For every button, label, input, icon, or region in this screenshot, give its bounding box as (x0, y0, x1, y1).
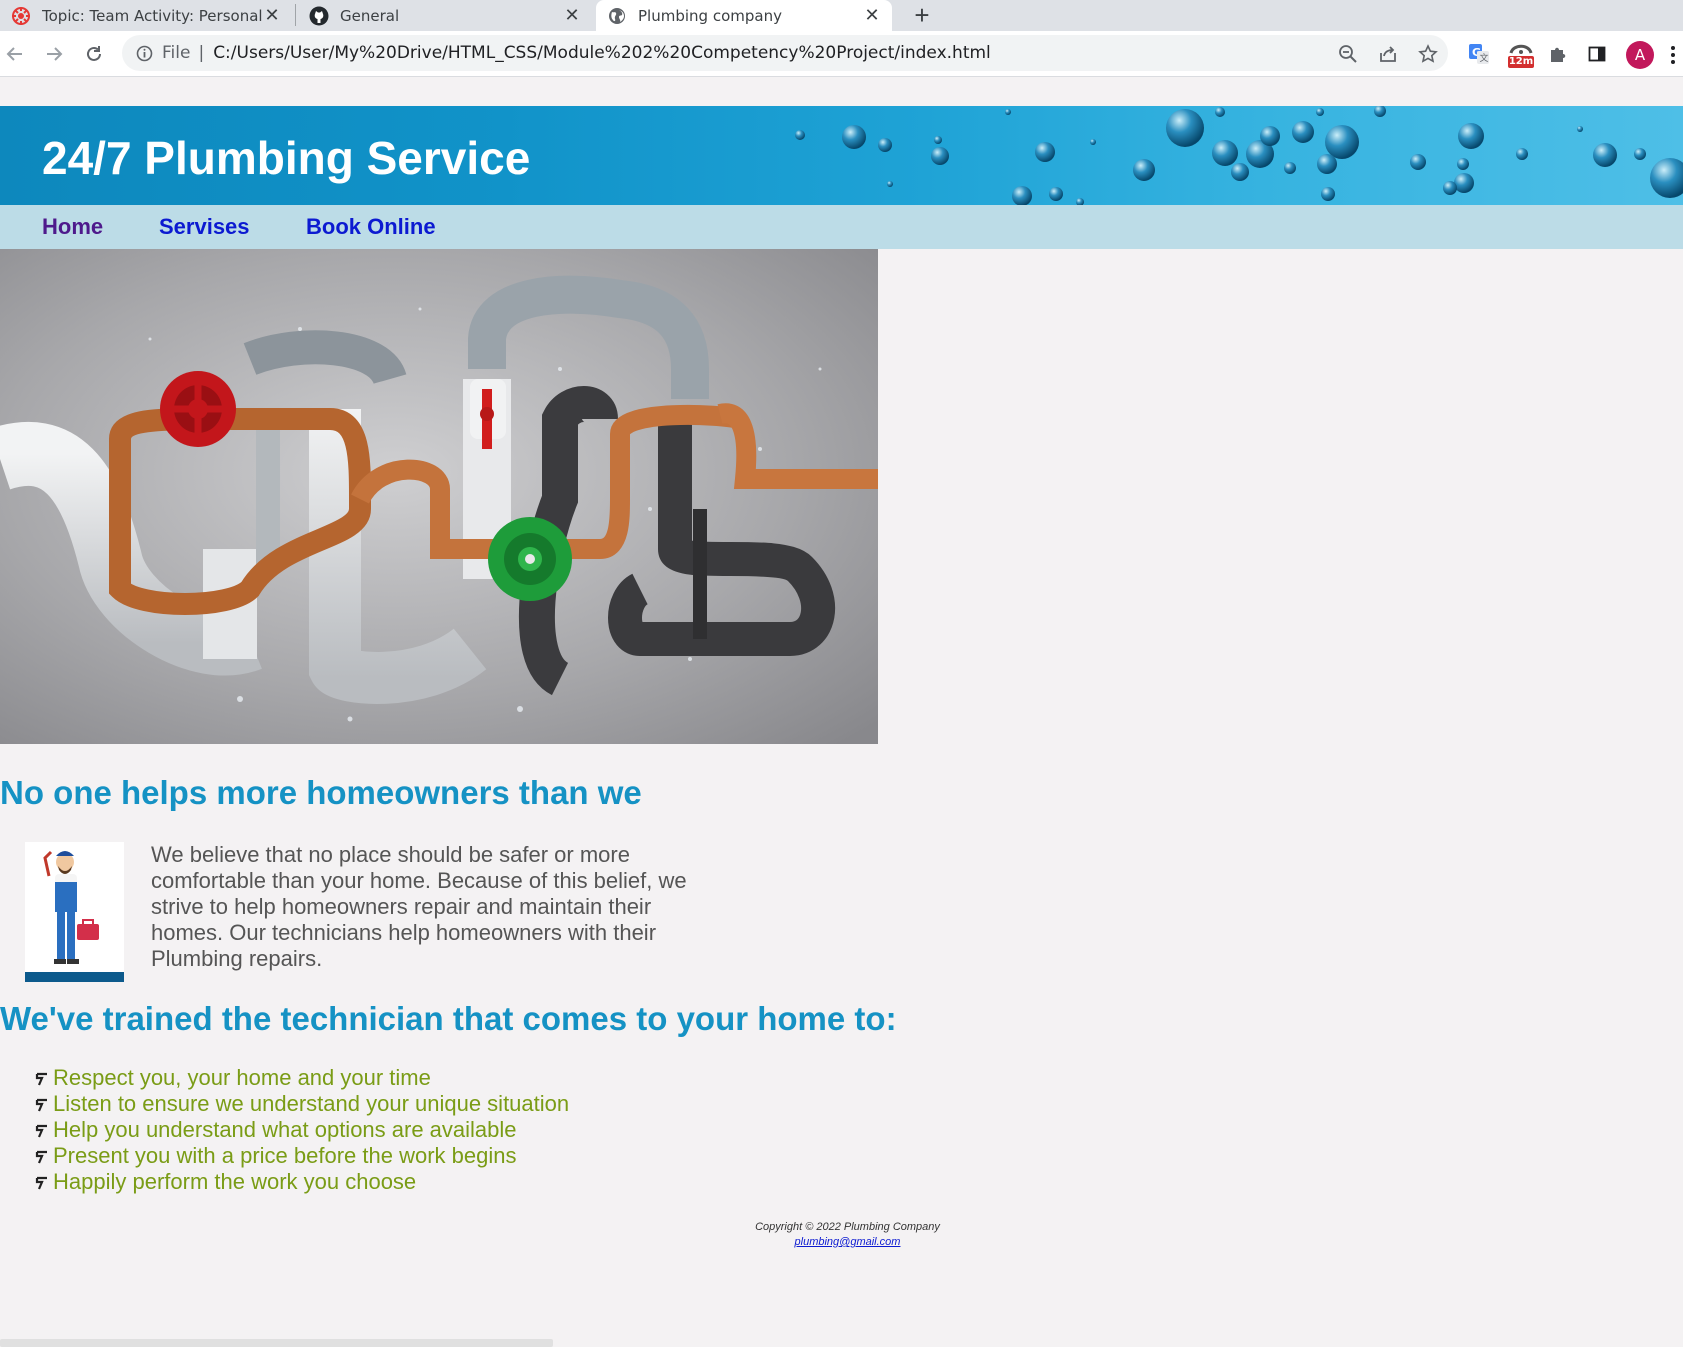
list-item: Respect you, your home and your time (33, 1065, 569, 1091)
site-title: 24/7 Plumbing Service (42, 132, 531, 184)
nav-services[interactable]: Servises (159, 214, 250, 240)
green-valve (488, 517, 572, 601)
byui-icon (10, 5, 32, 27)
extensions-puzzle-icon[interactable] (1544, 40, 1572, 68)
heading-trained: We've trained the technician that comes … (0, 1000, 897, 1037)
tab-label: Plumbing company (638, 6, 782, 25)
intro-paragraph: We believe that no place should be safer… (151, 842, 687, 971)
tab-label: General (340, 6, 400, 25)
svg-text:文: 文 (1480, 52, 1489, 64)
list-item: Listen to ensure we understand your uniq… (33, 1091, 569, 1117)
translate-icon[interactable]: G文 (1465, 40, 1493, 68)
page-footer: Copyright © 2022 Plumbing Company plumbi… (690, 1220, 1005, 1250)
list-item: Help you understand what options are ava… (33, 1117, 569, 1143)
browser-toolbar: File | C:/Users/User/My%20Drive/HTML_CSS… (0, 31, 1683, 77)
address-bar[interactable]: File | C:/Users/User/My%20Drive/HTML_CSS… (122, 35, 1448, 71)
url-text[interactable]: C:/Users/User/My%20Drive/HTML_CSS/Module… (213, 43, 991, 63)
url-divider: | (198, 43, 205, 63)
tab-strip: Topic: Team Activity: Personal Pro ✕ Gen… (0, 0, 1683, 31)
list-item: Present you with a price before the work… (33, 1143, 569, 1169)
site-banner: 24/7 Plumbing Service (0, 106, 1683, 205)
close-tab-icon[interactable]: ✕ (562, 5, 582, 26)
new-tab-icon[interactable]: + (906, 0, 938, 31)
share-icon[interactable] (1373, 39, 1403, 69)
faucet-bullet-icon (35, 1176, 47, 1190)
close-tab-icon[interactable]: ✕ (262, 5, 282, 26)
back-icon[interactable] (0, 39, 30, 69)
close-tab-icon[interactable]: ✕ (862, 5, 882, 26)
zoom-icon[interactable] (1333, 39, 1363, 69)
list-item-text: Listen to ensure we understand your uniq… (53, 1091, 570, 1116)
horizontal-scrollbar[interactable] (0, 1339, 553, 1347)
list-item: Happily perform the work you choose (33, 1169, 569, 1195)
list-item-text: Present you with a price before the work… (53, 1143, 517, 1168)
list-item-text: Help you understand what options are ava… (53, 1117, 517, 1142)
list-item-text: Respect you, your home and your time (53, 1065, 431, 1090)
bookmark-star-icon[interactable] (1413, 39, 1443, 69)
promise-list: Respect you, your home and your time Lis… (33, 1065, 569, 1195)
faucet-bullet-icon (35, 1072, 47, 1086)
more-menu-icon[interactable] (1666, 41, 1680, 69)
water-bubbles-graphic (795, 106, 1683, 205)
list-item-text: Happily perform the work you choose (53, 1169, 417, 1194)
info-icon[interactable] (134, 43, 154, 63)
globe-icon (606, 5, 628, 27)
nav-book-online[interactable]: Book Online (306, 214, 436, 240)
tab-general[interactable]: General ✕ (298, 0, 592, 31)
faucet-bullet-icon (35, 1098, 47, 1112)
extension-badge: 12m (1508, 56, 1534, 67)
profile-avatar[interactable]: A (1626, 41, 1654, 69)
plumber-illustration (25, 842, 124, 982)
timer-extension-icon[interactable]: 12m (1504, 40, 1538, 68)
main-nav: Home Servises Book Online (0, 205, 1683, 249)
tab-separator (295, 4, 296, 26)
tab-team-activity[interactable]: Topic: Team Activity: Personal Pro ✕ (0, 0, 292, 31)
nav-home[interactable]: Home (42, 214, 103, 240)
url-scheme: File (162, 43, 191, 63)
side-panel-icon[interactable] (1583, 40, 1611, 68)
tab-plumbing-company[interactable]: Plumbing company ✕ (596, 0, 892, 31)
reload-icon[interactable] (79, 39, 109, 69)
copyright-text: Copyright © 2022 Plumbing Company (755, 1221, 940, 1233)
tab-label: Topic: Team Activity: Personal Pro (42, 6, 262, 25)
faucet-bullet-icon (35, 1150, 47, 1164)
email-link[interactable]: plumbing@gmail.com (795, 1236, 901, 1248)
pipes-hero-image (0, 249, 878, 744)
faucet-bullet-icon (35, 1124, 47, 1138)
forward-icon[interactable] (39, 39, 69, 69)
github-icon (308, 5, 330, 27)
heading-homeowners: No one helps more homeowners than we (0, 774, 642, 811)
red-valve (160, 371, 236, 447)
